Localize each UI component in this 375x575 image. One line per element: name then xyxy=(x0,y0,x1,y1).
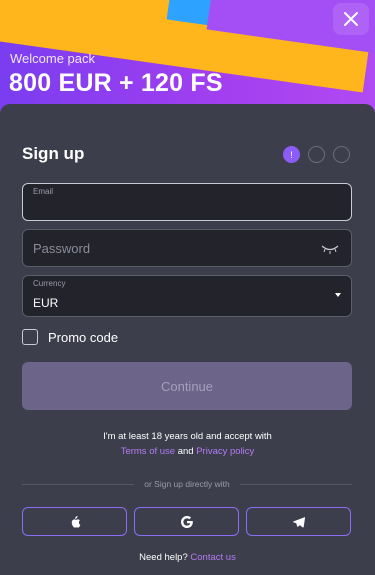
email-label: Email xyxy=(33,187,54,196)
divider-line-right xyxy=(239,483,353,485)
apple-signup-button[interactable] xyxy=(22,507,127,536)
continue-button[interactable]: Continue xyxy=(22,362,352,410)
eye-closed-icon[interactable] xyxy=(321,244,339,254)
privacy-link[interactable]: Privacy policy xyxy=(196,446,254,457)
google-icon xyxy=(180,515,193,528)
step-indicator: ! xyxy=(283,146,350,163)
chevron-down-icon xyxy=(335,293,341,297)
divider-text: or Sign up directly with xyxy=(144,479,230,489)
currency-select[interactable]: Currency EUR xyxy=(22,275,352,317)
telegram-icon xyxy=(292,516,305,527)
welcome-banner: Welcome pack 800 EUR + 120 FS xyxy=(0,0,375,112)
google-signup-button[interactable] xyxy=(134,507,239,536)
help-row: Need help? Contact us xyxy=(0,552,375,563)
legal-text: I'm at least 18 years old and accept wit… xyxy=(103,431,272,442)
close-button[interactable] xyxy=(333,3,369,35)
contact-us-link[interactable]: Contact us xyxy=(190,552,235,563)
promo-checkbox[interactable] xyxy=(22,329,38,345)
password-field[interactable]: Password xyxy=(22,229,352,267)
legal-links: Terms of use and Privacy policy xyxy=(0,446,375,457)
currency-value: EUR xyxy=(33,296,59,310)
step-3 xyxy=(333,146,350,163)
legal-and: and xyxy=(177,446,194,457)
email-field[interactable]: Email xyxy=(22,183,352,221)
promo-label: Promo code xyxy=(48,329,119,345)
currency-label: Currency xyxy=(33,279,66,288)
signup-title: Sign up xyxy=(22,144,85,163)
banner-subtitle: Welcome pack xyxy=(10,51,96,66)
terms-link[interactable]: Terms of use xyxy=(121,446,175,457)
close-icon xyxy=(344,12,358,26)
telegram-signup-button[interactable] xyxy=(246,507,351,536)
signup-card: Sign up ! Email Password Currency EUR Pr… xyxy=(0,104,375,575)
step-2 xyxy=(308,146,325,163)
banner-title: 800 EUR + 120 FS xyxy=(9,69,223,97)
social-divider: or Sign up directly with xyxy=(22,479,353,489)
promo-code-toggle[interactable]: Promo code xyxy=(22,329,118,345)
password-placeholder: Password xyxy=(33,241,91,256)
apple-icon xyxy=(71,515,80,528)
social-buttons xyxy=(22,507,351,536)
step-1: ! xyxy=(283,146,300,163)
help-text: Need help? xyxy=(139,552,188,563)
divider-line-left xyxy=(22,483,135,485)
